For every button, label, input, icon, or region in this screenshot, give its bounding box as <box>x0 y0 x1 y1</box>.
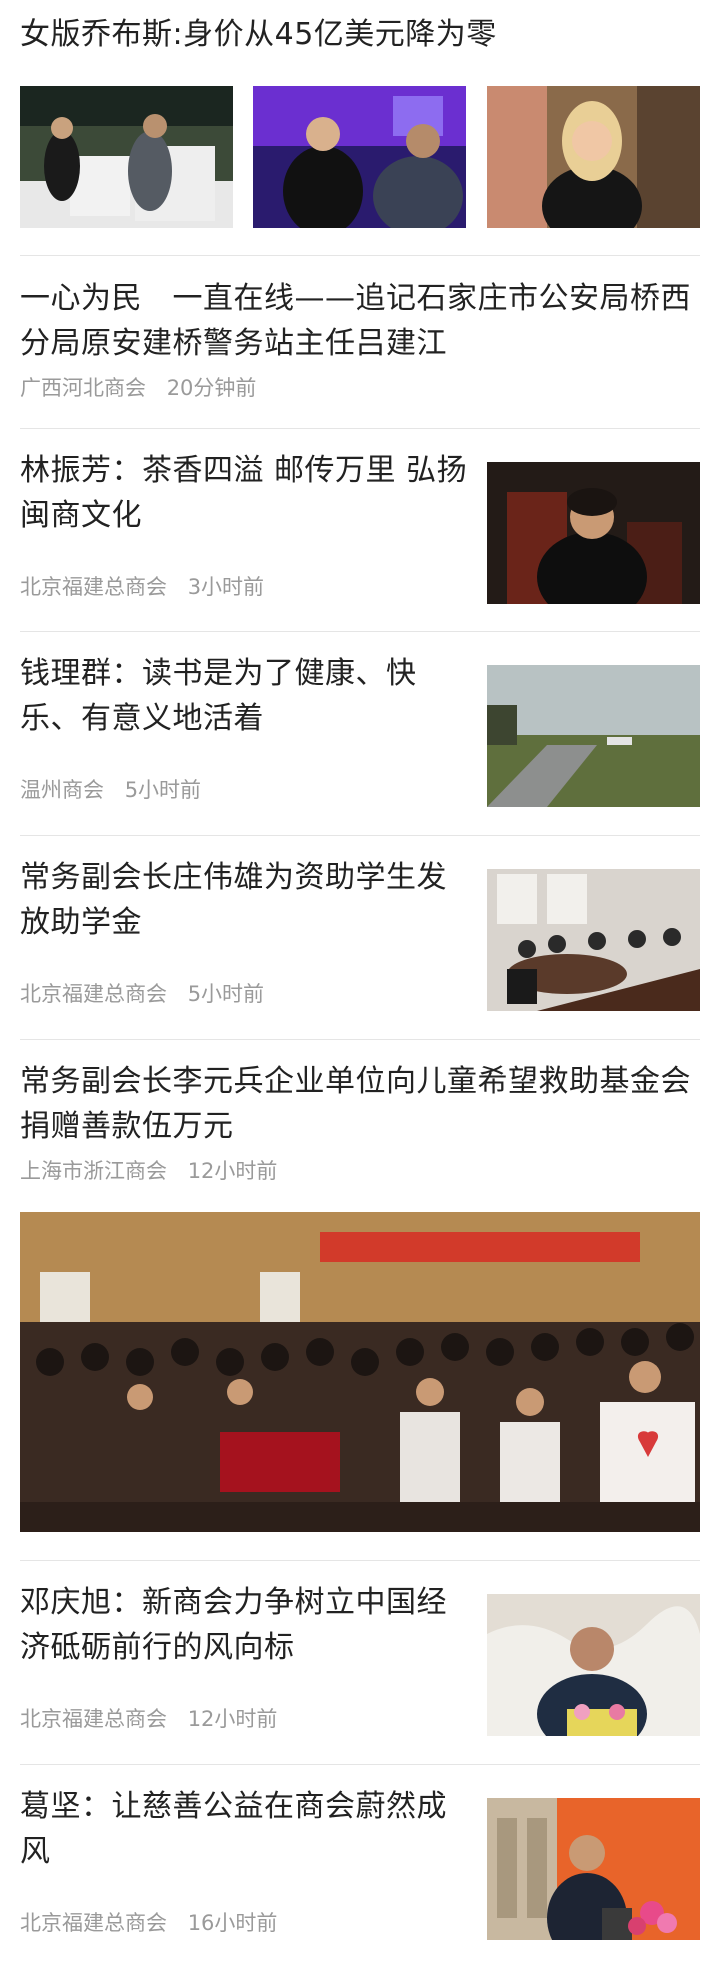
article-source: 北京福建总商会 <box>20 982 167 1006</box>
article-meta: 温州商会 5小时前 <box>20 776 201 804</box>
article-item[interactable]: 邓庆旭：新商会力争树立中国经济砥砺前行的风向标 北京福建总商会 12小时前 <box>20 1580 700 1740</box>
divider <box>20 1039 700 1040</box>
article-time: 3小时前 <box>187 575 265 599</box>
article-item[interactable]: 常务副会长李元兵企业单位向儿童希望救助基金会捐赠善款伍万元 上海市浙江商会 12… <box>20 1059 700 1536</box>
article-meta: 北京福建总商会 3小时前 <box>20 573 264 601</box>
article-image <box>20 86 233 228</box>
article-item[interactable]: 林振芳：茶香四溢 邮传万里 弘扬闽商文化 北京福建总商会 3小时前 <box>20 448 700 608</box>
article-item[interactable]: 葛坚：让慈善公益在商会蔚然成风 北京福建总商会 16小时前 <box>20 1784 700 1944</box>
article-image <box>253 86 466 228</box>
article-title: 常务副会长庄伟雄为资助学生发放助学金 <box>20 860 447 940</box>
article-time: 16小时前 <box>187 1911 278 1935</box>
article-meta: 北京福建总商会 5小时前 <box>20 980 264 1008</box>
article-title: 林振芳：茶香四溢 邮传万里 弘扬闽商文化 <box>20 453 468 533</box>
divider <box>20 1764 700 1765</box>
article-meta: 北京福建总商会 16小时前 <box>20 1909 277 1937</box>
article-item[interactable]: 常务副会长庄伟雄为资助学生发放助学金 北京福建总商会 5小时前 <box>20 855 700 1015</box>
divider <box>20 835 700 836</box>
article-item[interactable]: 女版乔布斯:身价从45亿美元降为零 <box>20 12 700 228</box>
news-feed: 女版乔布斯:身价从45亿美元降为零 一心为民 一直在线——追记石家庄市公安局桥西… <box>0 0 720 1985</box>
article-thumbnail <box>487 869 700 1011</box>
article-thumbnail <box>487 1594 700 1736</box>
article-source: 上海市浙江商会 <box>20 1159 167 1183</box>
divider <box>20 428 700 429</box>
article-title: 邓庆旭：新商会力争树立中国经济砥砺前行的风向标 <box>20 1585 447 1665</box>
article-source: 北京福建总商会 <box>20 1707 167 1731</box>
article-image <box>20 1212 700 1532</box>
article-thumbnail <box>487 665 700 807</box>
article-title: 常务副会长李元兵企业单位向儿童希望救助基金会捐赠善款伍万元 <box>20 1064 691 1144</box>
divider <box>20 1560 700 1561</box>
article-item[interactable]: 钱理群：读书是为了健康、快乐、有意义地活着 温州商会 5小时前 <box>20 651 700 811</box>
article-source: 广西河北商会 <box>20 376 146 400</box>
article-image <box>487 86 700 228</box>
article-thumbnail <box>487 1798 700 1940</box>
article-time: 5小时前 <box>187 982 265 1006</box>
article-title: 一心为民 一直在线——追记石家庄市公安局桥西分局原安建桥警务站主任吕建江 <box>20 281 691 361</box>
divider <box>20 255 700 256</box>
article-source: 温州商会 <box>20 778 104 802</box>
article-time: 20分钟前 <box>166 376 257 400</box>
article-meta: 上海市浙江商会 12小时前 <box>20 1157 700 1185</box>
article-source: 北京福建总商会 <box>20 575 167 599</box>
article-time: 12小时前 <box>187 1707 278 1731</box>
article-title: 葛坚：让慈善公益在商会蔚然成风 <box>20 1789 447 1869</box>
article-title: 钱理群：读书是为了健康、快乐、有意义地活着 <box>20 656 417 736</box>
article-title: 女版乔布斯:身价从45亿美元降为零 <box>20 17 497 52</box>
article-time: 5小时前 <box>124 778 202 802</box>
article-time: 12小时前 <box>187 1159 278 1183</box>
article-meta: 广西河北商会 20分钟前 <box>20 374 700 402</box>
article-source: 北京福建总商会 <box>20 1911 167 1935</box>
article-thumbnail <box>487 462 700 604</box>
article-item[interactable]: 一心为民 一直在线——追记石家庄市公安局桥西分局原安建桥警务站主任吕建江 广西河… <box>20 276 700 416</box>
article-meta: 北京福建总商会 12小时前 <box>20 1705 277 1733</box>
divider <box>20 631 700 632</box>
